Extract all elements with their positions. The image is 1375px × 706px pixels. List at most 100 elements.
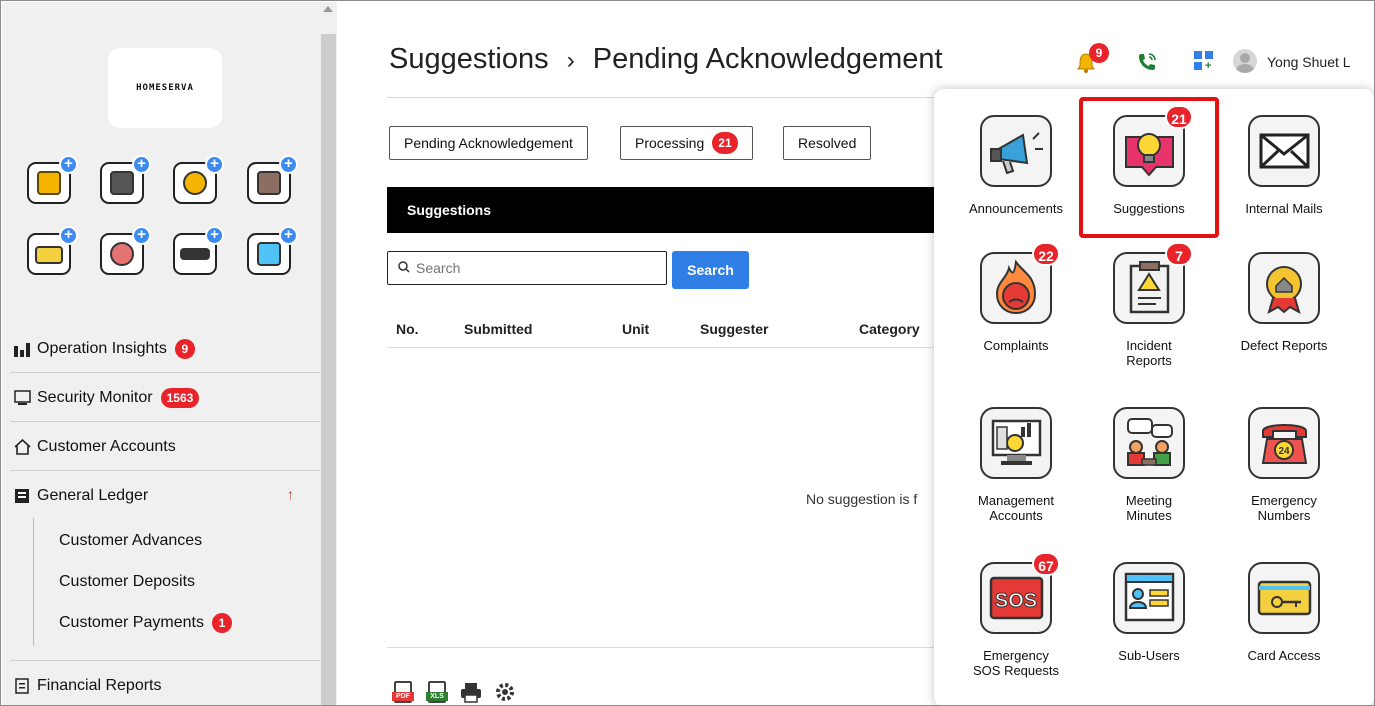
column-header-no[interactable]: No.	[396, 321, 419, 337]
add-face-icon[interactable]: +	[100, 226, 151, 275]
complaints-badge: 22	[1032, 242, 1060, 266]
column-header-submitted[interactable]: Submitted	[464, 321, 532, 337]
company-logo[interactable]: HOMESERVA	[108, 48, 222, 128]
user-avatar[interactable]	[1233, 49, 1257, 73]
envelope-icon	[1248, 115, 1320, 187]
app-tile-internal-mails[interactable]: Internal Mails	[1214, 115, 1354, 216]
section-header: Suggestions	[387, 187, 947, 233]
svg-text:24: 24	[1278, 446, 1290, 457]
app-tile-sub-users[interactable]: Sub-Users	[1079, 562, 1219, 663]
processing-badge: 21	[712, 132, 738, 154]
app-tile-incident-reports[interactable]: 7 Incident Reports	[1079, 242, 1219, 368]
app-tile-announcements[interactable]: Announcements	[946, 115, 1086, 216]
key-card-icon	[1248, 562, 1320, 634]
export-pdf-icon[interactable]: PDF	[392, 681, 414, 705]
customer-payments-badge: 1	[211, 613, 232, 633]
empty-state-message: No suggestion is f	[806, 491, 918, 507]
highlight-suggestions-tile	[1079, 97, 1219, 238]
meeting-icon	[1113, 407, 1185, 479]
sidebar-subitem-customer-deposits[interactable]: Customer Deposits	[59, 573, 195, 591]
add-login-icon[interactable]: +	[247, 226, 298, 275]
app-tile-meeting-minutes[interactable]: Meeting Minutes	[1079, 407, 1219, 523]
search-field[interactable]	[387, 251, 667, 285]
sidebar-subitem-customer-advances[interactable]: Customer Advances	[59, 532, 202, 550]
table-footer-divider	[387, 647, 947, 648]
collapse-arrow-icon[interactable]: ↑	[287, 486, 294, 502]
app-tile-defect-reports[interactable]: Defect Reports	[1214, 252, 1354, 353]
tab-resolved[interactable]: Resolved	[783, 126, 872, 160]
search-button[interactable]: Search	[672, 251, 749, 289]
megaphone-icon	[980, 115, 1052, 187]
add-calendar-icon[interactable]: +	[100, 155, 151, 204]
column-header-suggester[interactable]: Suggester	[700, 321, 768, 337]
app-tile-complaints[interactable]: 22 Complaints	[946, 242, 1086, 353]
sidebar-item-label: Operation Insights	[37, 339, 167, 357]
login-window-icon	[1113, 562, 1185, 634]
title-divider	[387, 97, 937, 98]
app-tile-management-accounts[interactable]: Management Accounts	[946, 407, 1086, 523]
app-window: HOMESERVA + + + + + + + + Operation Insi…	[0, 0, 1375, 706]
sidebar-scrollbar[interactable]	[320, 2, 337, 705]
app-tile-card-access[interactable]: Card Access	[1214, 562, 1354, 663]
apps-grid-icon[interactable]: +	[1194, 51, 1214, 72]
table-header-divider	[387, 347, 947, 348]
add-bank-icon[interactable]: +	[173, 155, 224, 204]
emergency-phone-icon: 24	[1248, 407, 1320, 479]
column-header-category[interactable]: Category	[859, 321, 920, 337]
scroll-up-arrow-icon[interactable]	[323, 6, 333, 12]
bar-chart-icon	[14, 341, 31, 357]
print-icon[interactable]	[460, 681, 482, 705]
phone-call-icon[interactable]	[1136, 51, 1158, 73]
sidebar-item-label: Customer Accounts	[37, 437, 176, 455]
ledger-icon	[14, 488, 31, 504]
breadcrumb-root[interactable]: Suggestions	[389, 43, 549, 75]
sidebar-item-label: Customer Payments	[59, 614, 204, 631]
svg-text:SOS: SOS	[994, 590, 1036, 612]
report-icon	[14, 678, 31, 694]
house-badge-icon	[1248, 252, 1320, 324]
add-key-card-icon[interactable]: +	[27, 226, 78, 275]
app-tile-label: Emergency Numbers	[1251, 493, 1317, 523]
sidebar-item-customer-accounts[interactable]: Customer Accounts	[10, 423, 320, 471]
scrollbar-thumb[interactable]	[321, 34, 336, 705]
sidebar-item-operation-insights[interactable]: Operation Insights 9	[10, 325, 320, 373]
monitor-icon	[14, 389, 31, 406]
tab-pending-acknowledgement[interactable]: Pending Acknowledgement	[389, 126, 588, 160]
financial-monitor-icon	[980, 407, 1052, 479]
app-tile-label: Card Access	[1247, 648, 1321, 663]
app-tile-label: Defect Reports	[1240, 338, 1328, 353]
add-building-icon[interactable]: +	[247, 155, 298, 204]
add-id-card-icon[interactable]: +	[27, 155, 78, 204]
sidebar-item-security-monitor[interactable]: Security Monitor 1563	[10, 374, 320, 422]
sos-requests-badge: 67	[1032, 552, 1060, 576]
angry-fire-icon: 22	[980, 242, 1060, 324]
app-tile-label: Announcements	[969, 201, 1063, 216]
tab-label: Pending Acknowledgement	[404, 135, 573, 151]
breadcrumb-current: Pending Acknowledgement	[592, 43, 943, 75]
tab-processing[interactable]: Processing 21	[620, 126, 753, 160]
column-header-unit[interactable]: Unit	[622, 321, 649, 337]
app-tile-label: Emergency SOS Requests	[973, 648, 1059, 678]
settings-gear-icon[interactable]	[494, 681, 516, 705]
sidebar-item-label: Financial Reports	[37, 677, 162, 694]
app-tile-emergency-sos-requests[interactable]: SOS 67 Emergency SOS Requests	[946, 552, 1086, 678]
divider	[10, 660, 320, 661]
sos-icon: SOS 67	[980, 552, 1060, 634]
user-name[interactable]: Yong Shuet L	[1267, 54, 1351, 70]
app-tile-emergency-numbers[interactable]: 24 Emergency Numbers	[1214, 407, 1354, 523]
app-tile-label: Sub-Users	[1118, 648, 1180, 663]
security-monitor-badge: 1563	[160, 387, 200, 408]
tab-label: Processing	[635, 135, 705, 151]
sidebar-item-financial-reports[interactable]: Financial Reports	[10, 662, 320, 705]
add-license-plate-icon[interactable]: +	[173, 226, 224, 275]
search-input[interactable]	[416, 260, 656, 276]
incident-reports-badge: 7	[1165, 242, 1193, 266]
page-title: Suggestions › Pending Acknowledgement	[389, 43, 943, 76]
sidebar-subitem-customer-payments[interactable]: Customer Payments 1	[59, 613, 232, 633]
export-xls-icon[interactable]: XLS	[426, 681, 448, 705]
sidebar-item-general-ledger[interactable]: General Ledger	[10, 472, 320, 520]
logo-text: HOMESERVA	[136, 83, 194, 93]
sidebar: HOMESERVA + + + + + + + + Operation Insi…	[2, 2, 320, 705]
app-tile-label: Management Accounts	[978, 493, 1054, 523]
app-tile-label: Meeting Minutes	[1125, 493, 1173, 523]
